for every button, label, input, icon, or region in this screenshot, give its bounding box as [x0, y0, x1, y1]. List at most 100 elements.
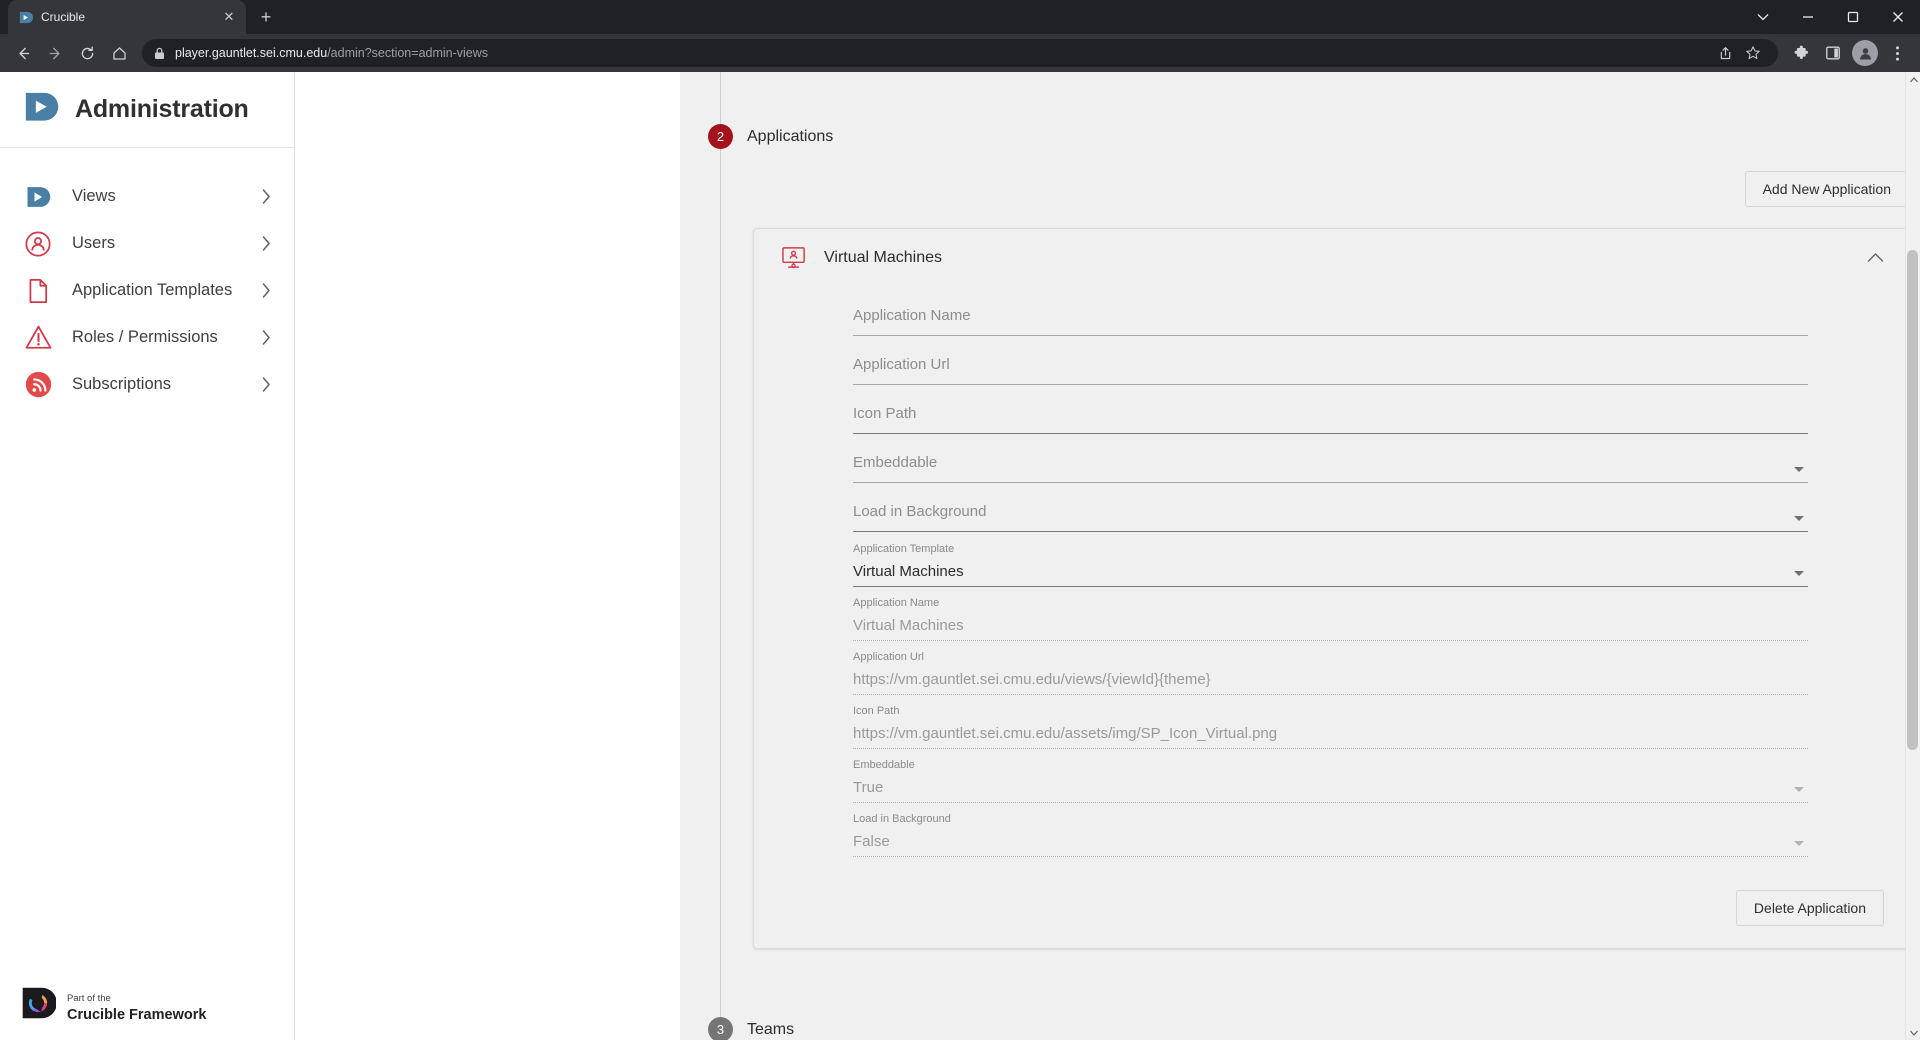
field-label: Icon Path	[853, 704, 1808, 719]
back-icon[interactable]	[8, 38, 38, 68]
address-bar[interactable]: player.gauntlet.sei.cmu.edu/admin?sectio…	[142, 39, 1778, 67]
scrollbar-thumb[interactable]	[1907, 250, 1918, 750]
chevron-down-icon	[1794, 516, 1804, 521]
scroll-up-arrow-icon[interactable]	[1906, 72, 1920, 87]
field-embeddable-new[interactable]: Embeddable	[853, 444, 1808, 483]
field-placeholder: Load in Background	[853, 493, 1808, 531]
stepper: 2 Applications Add New Application	[680, 72, 1920, 1040]
field-value: Virtual Machines	[853, 611, 1808, 640]
crucible-framework-logo	[20, 985, 56, 1026]
address-bar-url: player.gauntlet.sei.cmu.edu/admin?sectio…	[175, 46, 1703, 60]
field-label: Application Template	[853, 542, 1808, 557]
chevron-right-icon	[262, 283, 276, 298]
sidebar-item-views[interactable]: Views	[0, 173, 294, 220]
delete-application-button[interactable]: Delete Application	[1736, 890, 1884, 926]
step-teams-header[interactable]: 3 Teams	[680, 1017, 1920, 1040]
close-icon[interactable]: ✕	[221, 9, 237, 25]
forward-icon[interactable]	[40, 38, 70, 68]
step-label: Applications	[747, 128, 833, 146]
browser-toolbar: player.gauntlet.sei.cmu.edu/admin?sectio…	[0, 34, 1920, 72]
sidebar-item-roles-permissions[interactable]: Roles / Permissions	[0, 314, 294, 361]
share-icon[interactable]	[1712, 40, 1738, 66]
lock-icon	[154, 47, 166, 60]
delete-application-row: Delete Application	[754, 866, 1908, 948]
step-number-badge: 2	[708, 124, 733, 149]
omnibox-actions	[1712, 40, 1766, 66]
sidebar-item-label: Application Templates	[72, 281, 244, 300]
field-application-name-new[interactable]: Application Name	[853, 297, 1808, 336]
sidebar-footer: Part of the Crucible Framework	[0, 985, 226, 1026]
chevron-down-icon	[1794, 841, 1804, 846]
minimize-icon[interactable]	[1785, 0, 1830, 34]
sidebar-item-label: Views	[72, 187, 244, 206]
sidebar-item-label: Users	[72, 234, 244, 253]
sidebar-nav: Views Users	[0, 148, 294, 408]
tab-strip: Crucible ✕ +	[0, 0, 1920, 34]
footer-line-2: Crucible Framework	[67, 1007, 206, 1023]
chevron-right-icon	[262, 189, 276, 204]
tab-search-icon[interactable]	[1740, 0, 1785, 34]
chevron-down-icon	[1794, 787, 1804, 792]
sidebar-item-label: Roles / Permissions	[72, 328, 244, 347]
maximize-icon[interactable]	[1830, 0, 1875, 34]
application-card-title: Virtual Machines	[824, 249, 1851, 267]
sidebar-item-subscriptions[interactable]: Subscriptions	[0, 361, 294, 408]
field-label: Application Name	[853, 596, 1808, 611]
user-circle-icon	[22, 228, 54, 260]
application-card-virtual-machines: Virtual Machines Application Name	[753, 228, 1909, 949]
three-dot-menu-icon[interactable]	[1882, 38, 1912, 68]
sidebar-brand: Administration	[0, 72, 294, 148]
step-applications-header[interactable]: 2 Applications	[680, 124, 1920, 149]
crucible-play-icon	[17, 9, 33, 25]
chevron-right-icon	[262, 236, 276, 251]
sidebar-footer-text: Part of the Crucible Framework	[67, 988, 206, 1024]
field-value: Virtual Machines	[853, 557, 1808, 586]
admin-views-sheet: 2 Applications Add New Application	[680, 72, 1920, 1040]
add-new-application-button[interactable]: Add New Application	[1745, 171, 1909, 207]
chevron-down-icon	[1794, 571, 1804, 576]
main-content: 2 Applications Add New Application	[295, 72, 1920, 1040]
close-window-icon[interactable]	[1875, 0, 1920, 34]
star-icon[interactable]	[1740, 40, 1766, 66]
field-value: True	[853, 773, 1808, 802]
sidebar-item-application-templates[interactable]: Application Templates	[0, 267, 294, 314]
field-placeholder: Application Url	[853, 346, 1808, 384]
crucible-play-icon	[22, 89, 59, 131]
field-icon-path-new[interactable]: Icon Path	[853, 395, 1808, 434]
tab-title: Crucible	[41, 10, 213, 24]
sidebar-item-label: Subscriptions	[72, 375, 244, 394]
field-application-template[interactable]: Application Template Virtual Machines	[853, 542, 1808, 587]
scroll-down-arrow-icon[interactable]	[1906, 1025, 1920, 1040]
field-placeholder: Icon Path	[853, 395, 1808, 433]
stepper-connector-top	[720, 72, 721, 124]
step-label: Teams	[747, 1021, 794, 1039]
field-load-in-background-new[interactable]: Load in Background	[853, 493, 1808, 532]
chevron-up-icon[interactable]	[1867, 252, 1884, 263]
page-scrollbar[interactable]	[1905, 72, 1920, 1040]
browser-tab-crucible[interactable]: Crucible ✕	[8, 0, 246, 34]
field-application-url-new[interactable]: Application Url	[853, 346, 1808, 385]
home-icon[interactable]	[104, 38, 134, 68]
field-load-in-background-template: Load in Background False	[853, 812, 1808, 857]
field-value: https://vm.gauntlet.sei.cmu.edu/assets/i…	[853, 719, 1808, 748]
field-placeholder: Embeddable	[853, 444, 1808, 482]
play-circle-icon	[22, 181, 54, 213]
field-label: Load in Background	[853, 812, 1808, 827]
field-value: False	[853, 827, 1808, 856]
step-applications-body: Add New Application	[720, 149, 1920, 1017]
puzzle-icon[interactable]	[1786, 38, 1816, 68]
field-icon-path-template: Icon Path https://vm.gauntlet.sei.cmu.ed…	[853, 704, 1808, 749]
application-card-header[interactable]: Virtual Machines	[754, 229, 1908, 286]
side-panel-icon[interactable]	[1818, 38, 1848, 68]
field-label: Application Url	[853, 650, 1808, 665]
sidebar-item-users[interactable]: Users	[0, 220, 294, 267]
browser-window: Crucible ✕ +	[0, 0, 1920, 1040]
new-tab-button[interactable]: +	[252, 3, 280, 31]
step-number-badge: 3	[708, 1017, 733, 1040]
field-embeddable-template: Embeddable True	[853, 758, 1808, 803]
profile-avatar-icon[interactable]	[1850, 38, 1880, 68]
reload-icon[interactable]	[72, 38, 102, 68]
page-viewport: Administration Views	[0, 72, 1920, 1040]
field-placeholder: Application Name	[853, 297, 1808, 335]
page-title: Administration	[75, 95, 249, 124]
